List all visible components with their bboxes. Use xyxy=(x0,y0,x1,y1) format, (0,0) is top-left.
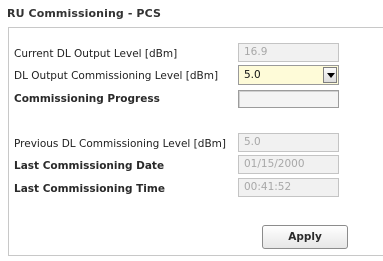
dl-output-commissioning-level-label: DL Output Commissioning Level [dBm] xyxy=(14,70,219,82)
commissioning-progress-bar xyxy=(238,90,339,108)
dl-output-commissioning-level-value: 5.0 xyxy=(244,69,261,81)
last-commissioning-time-label: Last Commissioning Time xyxy=(14,183,165,195)
previous-dl-commissioning-level-field: 5.0 xyxy=(238,133,339,152)
ru-commissioning-window: RU Commissioning - PCS Current DL Output… xyxy=(0,0,383,261)
current-dl-output-level-label: Current DL Output Level [dBm] xyxy=(14,48,178,60)
last-commissioning-time-field: 00:41:52 xyxy=(238,178,339,197)
last-commissioning-date-label: Last Commissioning Date xyxy=(14,160,165,172)
previous-dl-commissioning-level-label: Previous DL Commissioning Level [dBm] xyxy=(14,138,226,150)
panel-title: RU Commissioning - PCS xyxy=(7,7,161,20)
chevron-down-icon[interactable] xyxy=(323,67,337,83)
last-commissioning-date-field: 01/15/2000 xyxy=(238,155,339,174)
dl-output-commissioning-level-select[interactable]: 5.0 xyxy=(238,65,339,85)
commissioning-progress-label: Commissioning Progress xyxy=(14,93,160,105)
apply-button[interactable]: Apply xyxy=(262,225,348,249)
current-dl-output-level-field: 16.9 xyxy=(238,43,339,62)
